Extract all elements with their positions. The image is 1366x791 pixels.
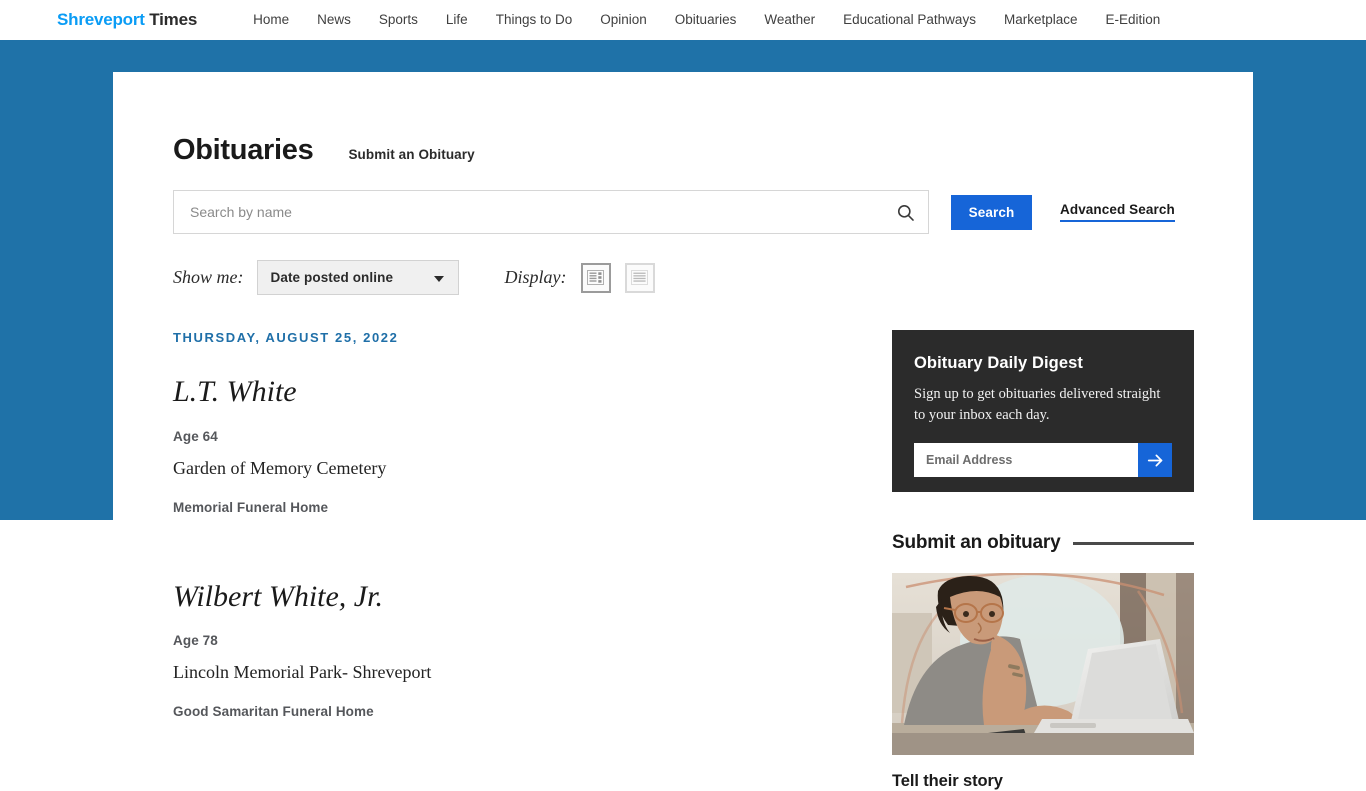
obituary-age: Age 78 xyxy=(173,633,218,648)
search-input[interactable] xyxy=(174,191,928,233)
obituary-age: Age 64 xyxy=(173,428,218,444)
sidebar: Obituary Daily Digest Sign up to get obi… xyxy=(892,330,1194,791)
nav-item-obituaries[interactable]: Obituaries xyxy=(661,0,751,40)
obituary-entry: L.T. White Age 64 Garden of Memory Cemet… xyxy=(173,375,833,515)
nav-item-weather[interactable]: Weather xyxy=(750,0,829,40)
digest-description: Sign up to get obituaries delivered stra… xyxy=(914,386,1161,424)
list-view-icon xyxy=(631,270,648,285)
digest-submit-button[interactable] xyxy=(1138,443,1172,478)
display-mode-list-button[interactable] xyxy=(624,262,655,293)
obituary-name-link[interactable]: L.T. White xyxy=(173,375,833,410)
top-navigation-bar: Shreveport Times Home News Sports Life T… xyxy=(0,0,1366,40)
obituary-daily-digest-widget: Obituary Daily Digest Sign up to get obi… xyxy=(892,330,1194,492)
nav-item-opinion[interactable]: Opinion xyxy=(586,0,661,40)
show-me-label: Show me: xyxy=(173,267,244,287)
search-icon-glyph xyxy=(897,204,914,221)
obituary-date-heading: THURSDAY, AUGUST 25, 2022 xyxy=(173,330,399,345)
display-label: Display: xyxy=(504,267,567,287)
obituary-entry: Wilbert White, Jr. Age 78 Lincoln Memori… xyxy=(173,580,833,720)
brand-primary-text: Shreveport xyxy=(57,10,145,29)
brand-secondary-text: Times xyxy=(149,10,198,29)
nav-item-sports[interactable]: Sports xyxy=(365,0,432,40)
photo-illustration xyxy=(892,573,1194,755)
chevron-down-icon xyxy=(433,275,444,282)
sort-select-value: Date posted online xyxy=(270,270,394,285)
nav-item-life[interactable]: Life xyxy=(432,0,482,40)
submit-obituary-link[interactable]: Submit an Obituary xyxy=(348,147,474,162)
main-nav-links: Home News Sports Life Things to Do Opini… xyxy=(239,0,1174,40)
nav-item-marketplace[interactable]: Marketplace xyxy=(990,0,1092,40)
obituary-funeral-home: Memorial Funeral Home xyxy=(173,499,329,515)
filter-row: Show me: Date posted online Display: xyxy=(173,260,655,295)
search-button[interactable]: Search xyxy=(951,194,1032,230)
obituary-list: THURSDAY, AUGUST 25, 2022 L.T. White Age… xyxy=(173,330,833,784)
photo-caption: Tell their story xyxy=(892,772,1003,790)
content-card: Obituaries Submit an Obituary Search Adv… xyxy=(113,72,1253,790)
obituary-place: Lincoln Memorial Park- Shreveport xyxy=(173,662,432,682)
search-icon[interactable] xyxy=(894,201,916,223)
obituary-place: Garden of Memory Cemetery xyxy=(173,457,387,478)
digest-title: Obituary Daily Digest xyxy=(914,354,1083,372)
woman-at-laptop-photo[interactable] xyxy=(892,573,1194,755)
sort-select[interactable]: Date posted online xyxy=(256,260,459,295)
submit-obituary-section-header: Submit an obituary xyxy=(892,532,1194,554)
display-mode-grid-button[interactable] xyxy=(580,262,611,293)
advanced-search-link[interactable]: Advanced Search xyxy=(1060,202,1175,222)
arrow-right-icon xyxy=(1147,454,1162,466)
nav-item-e-edition[interactable]: E-Edition xyxy=(1092,0,1175,40)
email-field[interactable] xyxy=(914,443,1138,478)
submit-obituary-heading: Submit an obituary xyxy=(892,532,1061,553)
search-box xyxy=(173,190,929,234)
heading-rule xyxy=(1073,541,1194,545)
nav-item-things-to-do[interactable]: Things to Do xyxy=(482,0,587,40)
page-header: Obituaries Submit an Obituary xyxy=(173,134,475,167)
search-row: Search Advanced Search xyxy=(173,190,1175,234)
page-title: Obituaries xyxy=(173,134,314,166)
grid-view-icon xyxy=(587,270,604,285)
digest-signup-form xyxy=(914,443,1172,478)
nav-item-home[interactable]: Home xyxy=(239,0,303,40)
site-logo[interactable]: Shreveport Times xyxy=(57,10,197,30)
nav-item-news[interactable]: News xyxy=(303,0,365,40)
obituary-name-link[interactable]: Wilbert White, Jr. xyxy=(173,580,833,615)
nav-item-educational-pathways[interactable]: Educational Pathways xyxy=(829,0,990,40)
nav-bottom-border xyxy=(0,40,1366,42)
obituary-funeral-home: Good Samaritan Funeral Home xyxy=(173,704,374,719)
